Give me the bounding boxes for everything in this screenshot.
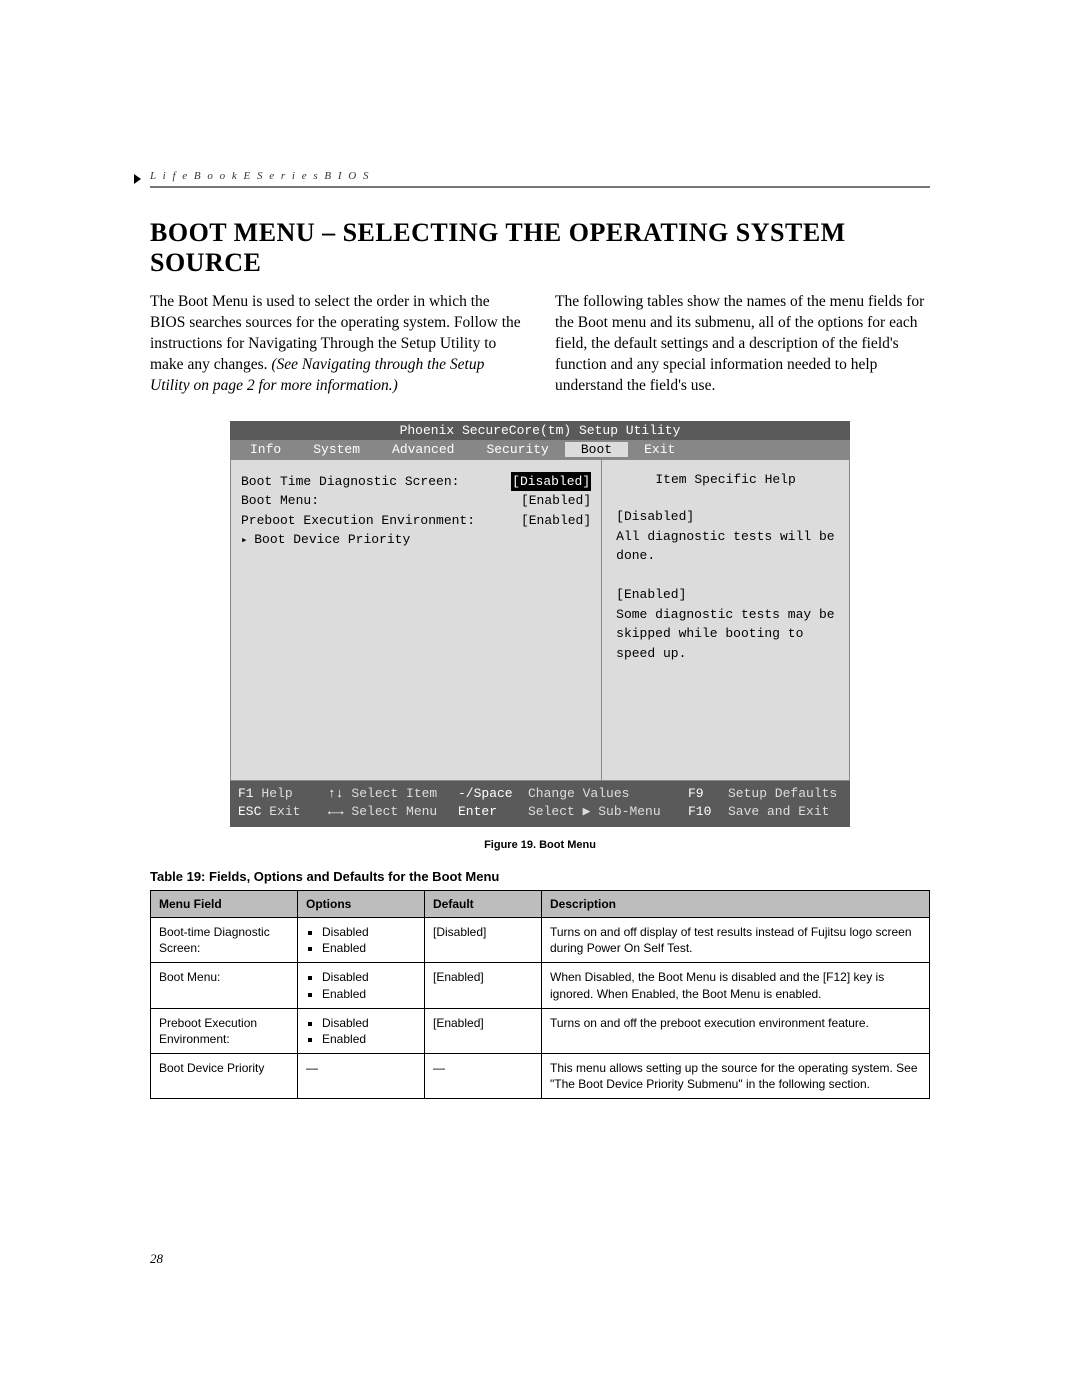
- bios-item-value[interactable]: [Disabled]: [511, 472, 591, 492]
- bios-tab-info[interactable]: Info: [234, 442, 297, 457]
- bios-tabbar: Info System Advanced Security Boot Exit: [230, 440, 850, 459]
- bios-main-panel: Boot Time Diagnostic Screen: [Disabled] …: [231, 460, 601, 780]
- th-options: Options: [298, 890, 425, 917]
- key-hint: F9: [688, 786, 704, 801]
- key-desc: Select Item: [351, 786, 437, 801]
- key-desc: Select ▶ Sub-Menu: [528, 804, 661, 819]
- bios-help-text: Some diagnostic tests may be skipped whi…: [616, 605, 835, 664]
- key-desc: Setup Defaults: [728, 785, 837, 803]
- cell-menu-field: Boot Device Priority: [151, 1054, 298, 1099]
- key-hint: ↑↓: [328, 786, 344, 801]
- bios-item-label: Boot Menu:: [241, 491, 319, 511]
- page-title: BOOT MENU – SELECTING THE OPERATING SYST…: [150, 218, 930, 278]
- bios-item-value[interactable]: [Enabled]: [521, 511, 591, 531]
- key-hint: F1: [238, 786, 254, 801]
- bios-submenu[interactable]: Boot Device Priority: [241, 530, 591, 550]
- bios-screenshot: Phoenix SecureCore(tm) Setup Utility Inf…: [230, 421, 850, 827]
- cell-default: —: [425, 1054, 542, 1099]
- key-hint: -/Space: [458, 786, 513, 801]
- option-item: Disabled: [322, 969, 416, 985]
- table-caption: Table 19: Fields, Options and Defaults f…: [150, 869, 930, 884]
- key-hint: F10: [688, 804, 711, 819]
- key-desc: Help: [261, 786, 292, 801]
- th-menu-field: Menu Field: [151, 890, 298, 917]
- bios-help-text: All diagnostic tests will be done.: [616, 527, 835, 566]
- cell-options: DisabledEnabled: [298, 1008, 425, 1053]
- key-desc: Select Menu: [351, 804, 437, 819]
- column-left: The Boot Menu is used to select the orde…: [150, 292, 525, 397]
- bios-tab-boot[interactable]: Boot: [565, 442, 628, 457]
- document-page: L i f e B o o k E S e r i e s B I O S BO…: [0, 0, 1080, 1397]
- bios-help-header: Item Specific Help: [616, 470, 835, 490]
- bios-tab-security[interactable]: Security: [470, 442, 564, 457]
- cell-options: DisabledEnabled: [298, 917, 425, 962]
- bios-tab-exit[interactable]: Exit: [628, 442, 691, 457]
- cell-options: —: [298, 1054, 425, 1099]
- option-item: Enabled: [322, 986, 416, 1002]
- th-default: Default: [425, 890, 542, 917]
- table-header-row: Menu Field Options Default Description: [151, 890, 930, 917]
- cell-menu-field: Boot Menu:: [151, 963, 298, 1008]
- cell-default: [Enabled]: [425, 1008, 542, 1053]
- bios-item[interactable]: Boot Time Diagnostic Screen: [Disabled]: [241, 472, 591, 492]
- cell-default: [Enabled]: [425, 963, 542, 1008]
- table-row: Boot-time Diagnostic Screen:DisabledEnab…: [151, 917, 930, 962]
- key-hint: ESC: [238, 804, 261, 819]
- bios-item-label: Boot Time Diagnostic Screen:: [241, 472, 459, 492]
- bios-item-label: Preboot Execution Environment:: [241, 511, 475, 531]
- key-hint: ←→: [328, 804, 344, 819]
- header-rule: [150, 186, 930, 188]
- cell-menu-field: Boot-time Diagnostic Screen:: [151, 917, 298, 962]
- option-item: Enabled: [322, 940, 416, 956]
- option-item: Disabled: [322, 924, 416, 940]
- table-row: Boot Menu:DisabledEnabled[Enabled]When D…: [151, 963, 930, 1008]
- cell-description: When Disabled, the Boot Menu is disabled…: [542, 963, 930, 1008]
- option-item: Disabled: [322, 1015, 416, 1031]
- running-header: L i f e B o o k E S e r i e s B I O S: [150, 170, 930, 182]
- fields-table: Menu Field Options Default Description B…: [150, 890, 930, 1100]
- body-columns: The Boot Menu is used to select the orde…: [150, 292, 930, 397]
- bios-titlebar: Phoenix SecureCore(tm) Setup Utility: [230, 421, 850, 440]
- cell-description: Turns on and off display of test results…: [542, 917, 930, 962]
- th-description: Description: [542, 890, 930, 917]
- bios-body: Boot Time Diagnostic Screen: [Disabled] …: [230, 459, 850, 781]
- key-desc: Change Values: [528, 786, 629, 801]
- key-hint: Enter: [458, 804, 497, 819]
- bios-footer: F1 Help ↑↓ Select Item -/Space Change Va…: [230, 781, 850, 827]
- table-row: Boot Device Priority——This menu allows s…: [151, 1054, 930, 1099]
- table-row: Preboot Execution Environment:DisabledEn…: [151, 1008, 930, 1053]
- bios-tab-system[interactable]: System: [297, 442, 376, 457]
- cell-description: Turns on and off the preboot execution e…: [542, 1008, 930, 1053]
- key-desc: Exit: [269, 804, 300, 819]
- column-right: The following tables show the names of t…: [555, 292, 930, 397]
- page-number: 28: [150, 1251, 163, 1267]
- cell-default: [Disabled]: [425, 917, 542, 962]
- cell-options: DisabledEnabled: [298, 963, 425, 1008]
- bios-item[interactable]: Preboot Execution Environment: [Enabled]: [241, 511, 591, 531]
- option-item: Enabled: [322, 1031, 416, 1047]
- bios-help-panel: Item Specific Help [Disabled] All diagno…: [601, 460, 849, 780]
- bios-item-value[interactable]: [Enabled]: [521, 491, 591, 511]
- cell-description: This menu allows setting up the source f…: [542, 1054, 930, 1099]
- bios-help-text: [Enabled]: [616, 585, 835, 605]
- key-desc: Save and Exit: [728, 803, 829, 821]
- cell-menu-field: Preboot Execution Environment:: [151, 1008, 298, 1053]
- bios-item[interactable]: Boot Menu: [Enabled]: [241, 491, 591, 511]
- figure-caption: Figure 19. Boot Menu: [150, 839, 930, 851]
- bios-help-text: [Disabled]: [616, 507, 835, 527]
- bios-tab-advanced[interactable]: Advanced: [376, 442, 470, 457]
